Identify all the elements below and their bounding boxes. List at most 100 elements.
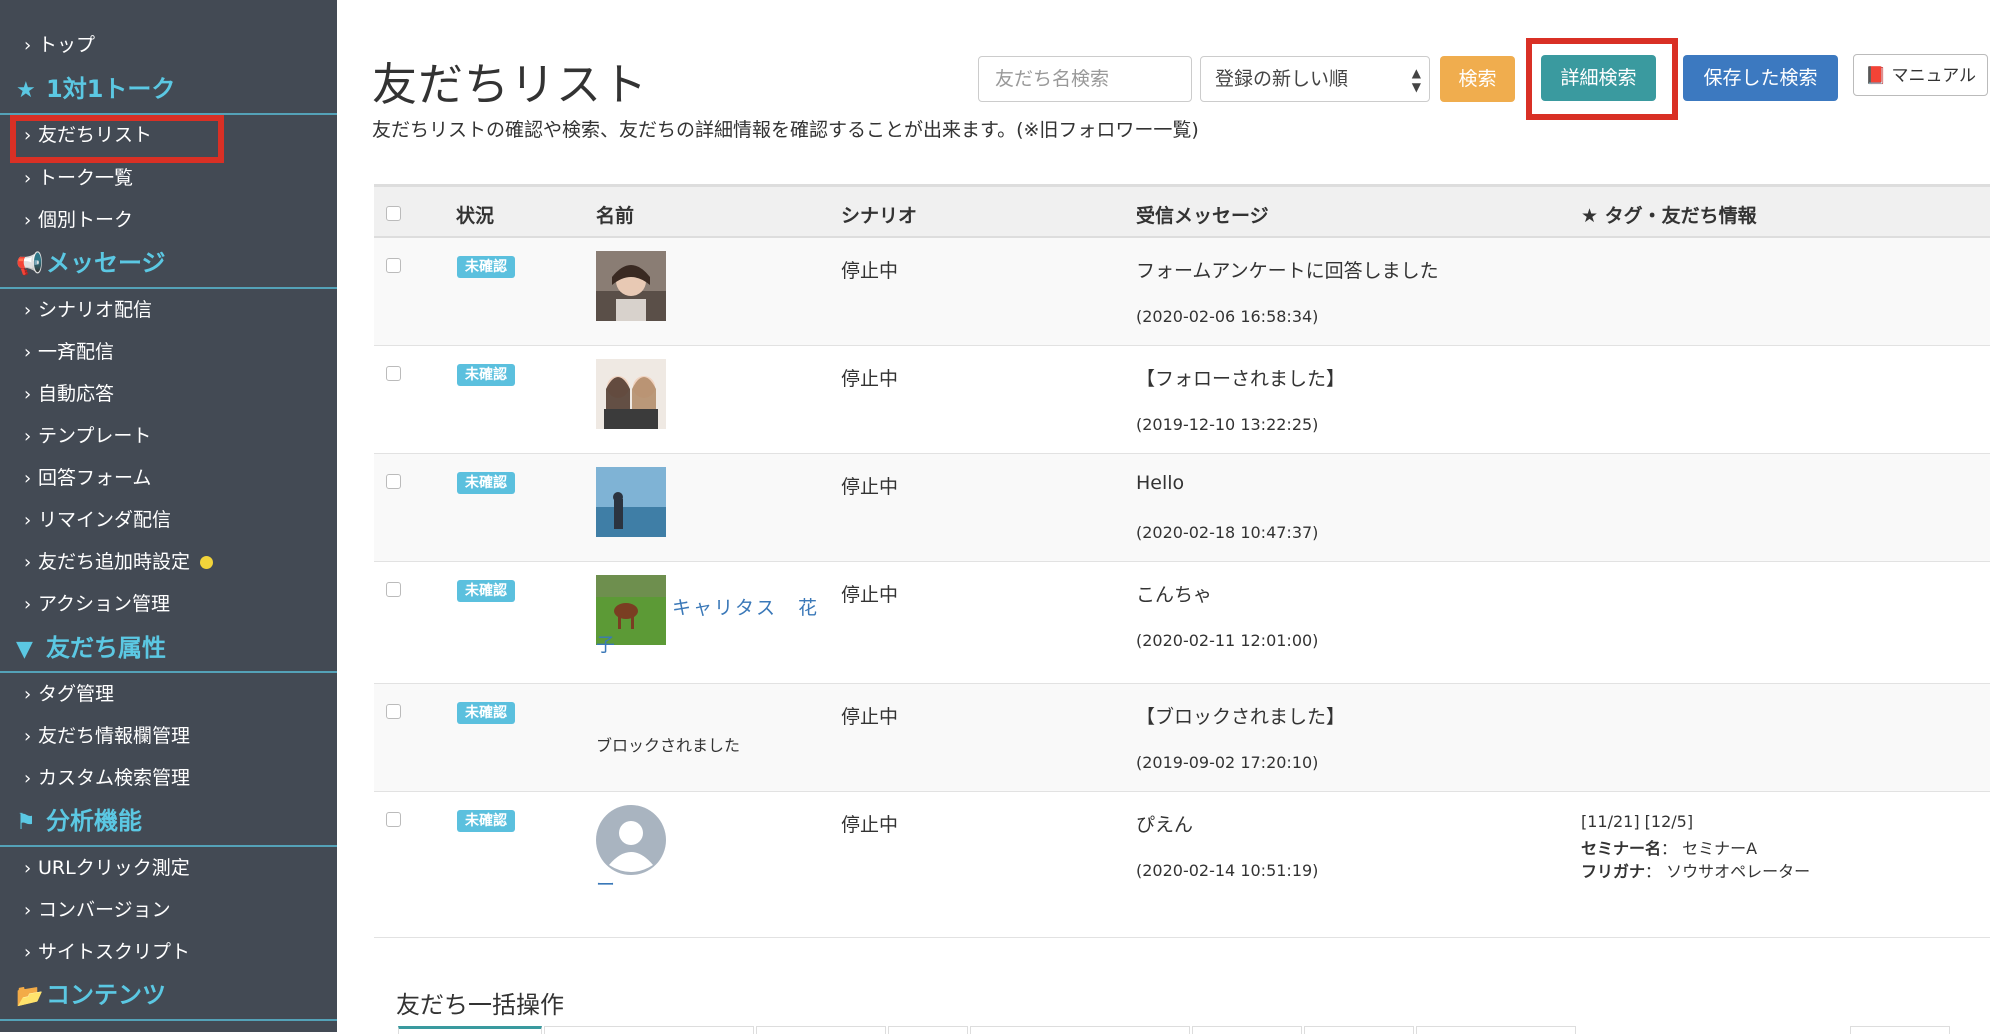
bulk-tab[interactable] [888,1026,968,1034]
sidebar-item-top[interactable]: › トップ [24,29,95,61]
section-divider [0,1019,337,1021]
sidebar-item-custom-search[interactable]: › カスタム検索管理 [24,762,190,794]
megaphone-icon: 📢 [16,252,44,277]
sidebar-item-auto-reply[interactable]: › 自動応答 [24,378,114,410]
scenario-status: 停止中 [841,476,899,498]
bulk-tab[interactable] [398,1026,542,1034]
filter-icon: ▼ [16,637,33,662]
friend-name-link[interactable]: キャリタス 花 [672,593,819,620]
row-checkbox[interactable] [386,474,401,489]
avatar[interactable] [596,467,666,537]
received-time: (2020-02-14 10:51:19) [1136,861,1319,880]
page-title: 友だちリスト [372,58,649,111]
sidebar-section-label: 1対1トーク [46,75,176,103]
scenario-status: 停止中 [841,706,899,728]
column-header-scenario: シナリオ [841,205,918,227]
row-checkbox[interactable] [386,704,401,719]
sidebar-section-contents: 📂 コンテンツ [16,977,166,1013]
section-divider [0,671,337,673]
table-row[interactable]: 未確認 ー 停止中 ぴえん (2020-02-14 10:51:19) [11/… [374,792,1990,938]
book-icon: 📕 [1864,66,1887,86]
chevron-right-icon: › [24,942,32,963]
sidebar-item-label: 個別トーク [38,209,134,231]
status-badge: 未確認 [457,472,515,494]
folder-icon: 📂 [16,984,44,1009]
friend-name-link[interactable]: 子 [596,630,617,657]
star-icon: ★ [16,78,36,103]
sidebar-item-talk-list[interactable]: › トーク一覧 [24,162,133,194]
sort-order-select[interactable]: 登録の新しい順 ▲ ▼ [1200,56,1430,102]
column-header-tags[interactable]: ★ タグ・友だち情報 [1581,201,1757,228]
sidebar-item-template[interactable]: › テンプレート [24,420,151,452]
status-badge: 未確認 [457,580,515,602]
sidebar-section-analysis: ⚑ 分析機能 [16,803,142,839]
sidebar-item-reminder[interactable]: › リマインダ配信 [24,504,171,536]
row-checkbox[interactable] [386,582,401,597]
received-time: (2020-02-11 12:01:00) [1136,631,1319,650]
chevron-right-icon: › [24,858,32,879]
status-badge: 未確認 [457,256,515,278]
sidebar-item-label: 一斉配信 [38,341,115,363]
select-arrows-icon: ▲ ▼ [1411,66,1421,94]
sidebar-item-url-click[interactable]: › URLクリック測定 [24,852,190,884]
friend-name-link[interactable]: ー [596,870,617,897]
manual-button[interactable]: 📕 マニュアル [1853,54,1988,96]
table-row[interactable]: 未確認 停止中 フォームアンケートに回答しました (2020-02-06 16:… [374,238,1990,346]
manual-button-label: マニュアル [1891,66,1977,86]
table-row[interactable]: 未確認 停止中 Hello (2020-02-18 10:47:37) [374,454,1990,562]
received-message: 【フォローされました】 [1136,368,1346,390]
bulk-tab[interactable] [1304,1026,1414,1034]
sidebar-item-individual-talk[interactable]: › 個別トーク [24,204,133,236]
sidebar-item-label: 自動応答 [38,383,115,405]
table-row[interactable]: 未確認 キャリタス 花 子 停止中 こんちゃ (2020-02-11 12:01… [374,562,1990,684]
field-value: ソウサオペレーター [1666,862,1811,881]
bulk-tab[interactable] [1850,1026,1950,1034]
sidebar-item-answer-form[interactable]: › 回答フォーム [24,462,151,494]
table-header: 状況 名前 シナリオ 受信メッセージ ★ タグ・友だち情報 [374,184,1990,238]
field-label: フリガナ [1581,862,1646,881]
sidebar-item-friend-add-settings[interactable]: › 友だち追加時設定 [24,546,214,578]
search-button[interactable]: 検索 [1440,56,1515,102]
received-message: ぴえん [1136,814,1194,836]
sidebar-item-friend-info-management[interactable]: › 友だち情報欄管理 [24,720,190,752]
select-all-checkbox[interactable] [386,206,401,221]
sidebar-item-action-management[interactable]: › アクション管理 [24,588,170,620]
bulk-tab[interactable] [970,1026,1190,1034]
bulk-tab[interactable] [756,1026,886,1034]
saved-search-button[interactable]: 保存した検索 [1683,55,1838,101]
sidebar-section-message: 📢 メッセージ [16,245,166,281]
row-checkbox[interactable] [386,258,401,273]
user-icon [596,805,666,875]
avatar[interactable] [596,251,666,321]
avatar[interactable] [596,359,666,429]
bulk-operation-tabs [398,1026,1958,1036]
sidebar-item-scenario[interactable]: › シナリオ配信 [24,294,152,326]
sidebar-item-site-script[interactable]: › サイトスクリプト [24,936,190,968]
bulk-tab[interactable] [544,1026,754,1034]
tag-list[interactable]: [11/21] [12/5] [1581,812,1693,831]
page-description: 友だちリストの確認や検索、友だちの詳細情報を確認することが出来ます。(※旧フォロ… [372,119,1199,141]
status-badge: 未確認 [457,702,515,724]
chevron-right-icon: › [24,300,32,321]
highlight-box [10,115,224,163]
highlight-box [1526,38,1678,120]
row-checkbox[interactable] [386,812,401,827]
bulk-tab[interactable] [1416,1026,1576,1034]
column-header-message: 受信メッセージ [1136,205,1269,227]
friend-info-furigana: フリガナ： ソウサオペレーター [1581,862,1811,881]
row-checkbox[interactable] [386,366,401,381]
sidebar-item-tag-management[interactable]: › タグ管理 [24,678,114,710]
status-badge: 未確認 [457,364,515,386]
sidebar-item-label: 友だち情報欄管理 [38,725,191,747]
default-avatar[interactable] [596,805,666,875]
table-row[interactable]: 未確認 ブロックされました 停止中 【ブロックされました】 (2019-09-0… [374,684,1990,792]
sidebar-item-broadcast[interactable]: › 一斉配信 [24,336,114,368]
table-row[interactable]: 未確認 停止中 【フォローされました】 (2019-12-10 13:22:25… [374,346,1990,454]
scenario-status: 停止中 [841,368,899,390]
sidebar-item-conversion[interactable]: › コンバージョン [24,894,171,926]
friend-name-search-input[interactable] [978,56,1192,102]
chevron-right-icon: › [24,35,32,56]
received-message: Hello [1136,472,1185,494]
bulk-tab[interactable] [1192,1026,1302,1034]
chevron-right-icon: › [24,900,32,921]
